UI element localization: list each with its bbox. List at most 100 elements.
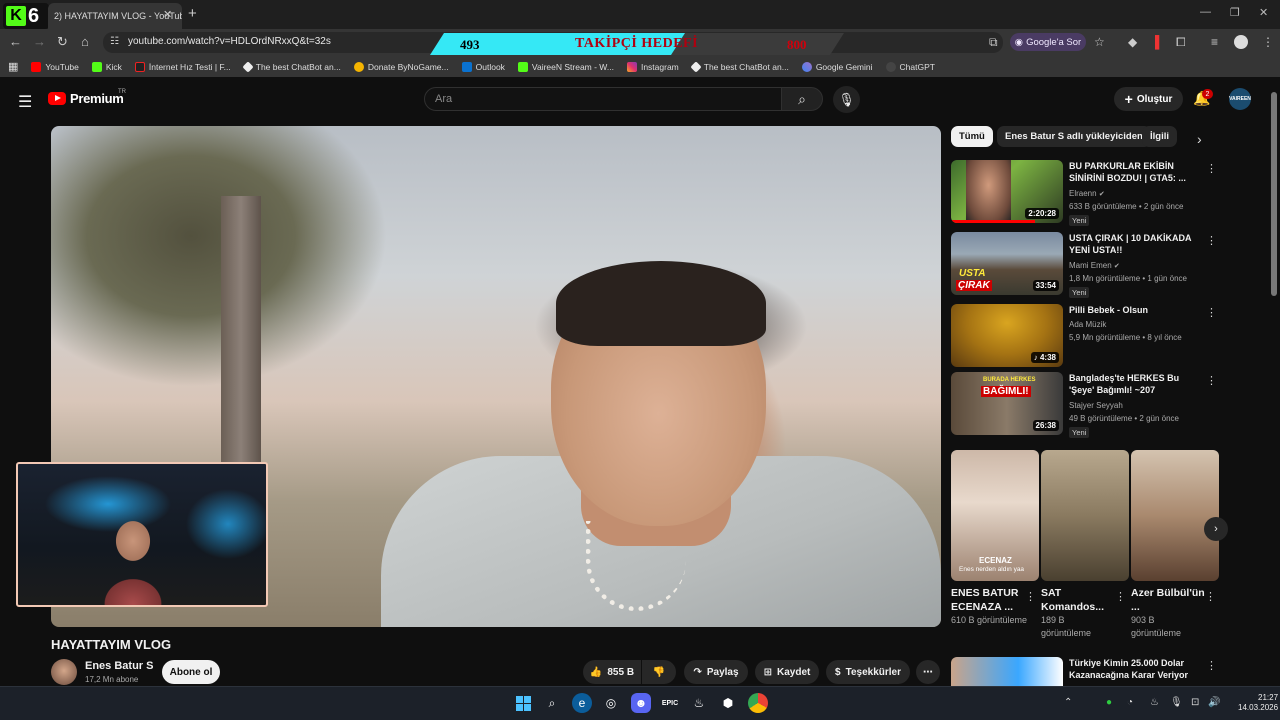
youtube-premium-logo[interactable]: Premium [48, 91, 124, 106]
recommendation-item[interactable]: USTA ÇIRAK 33:54 USTA ÇIRAK | 10 DAKİKAD… [951, 232, 1217, 300]
create-button[interactable]: + Oluştur [1114, 87, 1183, 111]
more-actions-button[interactable]: ⋯ [916, 660, 940, 684]
page-scrollbar[interactable] [1271, 92, 1277, 296]
chrome-icon[interactable] [748, 693, 768, 713]
bookmark-kick[interactable]: Kick [91, 61, 122, 72]
more-vert-icon[interactable]: ⋮ [1115, 590, 1126, 603]
bookmark-chatbot-1[interactable]: The best ChatBot an... [242, 60, 341, 73]
tray-audio-icon[interactable]: ◔ [1127, 697, 1133, 708]
recommendation-item[interactable]: BURADA HERKES BAĞIMLI! 26:38 Bangladeş't… [951, 372, 1217, 440]
network-app-icon[interactable]: ◎ [601, 693, 621, 713]
tray-mic-icon[interactable]: 🎙 [1170, 697, 1183, 708]
clock[interactable]: 21:27 14.03.2026 [1238, 693, 1278, 713]
bookmark-instagram[interactable]: Instagram [626, 61, 679, 72]
tray-network-icon[interactable]: ⊡ [1191, 697, 1199, 708]
rec-title[interactable]: Bangladeş'te HERKES Bu 'Şeye' Bağımlı! ~… [1069, 372, 1199, 396]
back-icon[interactable]: ← [9, 34, 22, 49]
rec-title[interactable]: Türkiye Kimin 25.000 Dolar Kazanacağına … [1069, 657, 1199, 681]
video-thumbnail[interactable] [951, 657, 1063, 686]
rec-title[interactable]: Pilli Bebek - Olsun [1069, 304, 1199, 316]
bookmark-chatgpt[interactable]: ChatGPT [885, 61, 935, 72]
more-vert-icon[interactable]: ⋮ [1025, 590, 1036, 603]
home-icon[interactable]: ⌂ [81, 34, 89, 49]
bookmark-chatbot-2[interactable]: The best ChatBot an... [690, 60, 789, 73]
short-info[interactable]: SAT Komandos... 189 B görüntüleme [1041, 586, 1115, 640]
site-info-icon[interactable]: ☷ [110, 36, 119, 47]
tray-chevron-icon[interactable]: ⌃ [1064, 697, 1072, 708]
more-vert-icon[interactable]: ⋮ [1206, 374, 1217, 387]
short-info[interactable]: Azer Bülbül'ün ... 903 B görüntüleme [1131, 586, 1205, 640]
chip-from-uploader[interactable]: Enes Batur S adlı yükleyiciden [997, 126, 1151, 147]
save-button[interactable]: ⊞ Kaydet [755, 660, 819, 684]
chevron-right-icon[interactable]: › [1197, 131, 1202, 147]
tab-close-icon[interactable]: ✕ [163, 8, 172, 21]
recommendation-item[interactable]: 2:20:28 BU PARKURLAR EKİBİN SİNİRİNİ BOZ… [951, 160, 1217, 228]
epic-games-icon[interactable]: EPIC [660, 693, 680, 713]
extensions-puzzle-icon[interactable]: ⧠ [1176, 35, 1186, 50]
subscribe-button[interactable]: Abone ol [162, 660, 220, 684]
tray-steam-icon[interactable]: ♨ [1150, 697, 1159, 708]
url-text[interactable]: youtube.com/watch?v=HDLOrdNRxxQ&t=32s [128, 36, 331, 47]
extension-red-icon[interactable]: ▌ [1155, 35, 1164, 49]
bookmark-star-icon[interactable]: ☆ [1094, 35, 1105, 49]
rec-title[interactable]: USTA ÇIRAK | 10 DAKİKADA YENİ USTA!! [1069, 232, 1199, 256]
tray-green-dot-icon[interactable]: ● [1106, 697, 1112, 708]
rec-title[interactable]: BU PARKURLAR EKİBİN SİNİRİNİ BOZDU! | GT… [1069, 160, 1199, 184]
minimize-icon[interactable]: — [1200, 6, 1211, 18]
more-vert-icon[interactable]: ⋮ [1206, 659, 1213, 672]
extension-diamond-icon[interactable]: ◆ [1128, 35, 1137, 49]
rec-channel[interactable]: Elraenn ✔ [1069, 189, 1105, 198]
channel-avatar[interactable] [51, 659, 77, 685]
video-thumbnail[interactable]: 2:20:28 [951, 160, 1063, 223]
thanks-button[interactable]: $ Teşekkürler [826, 660, 910, 684]
recommendation-item[interactable]: Türkiye Kimin 25.000 Dolar Kazanacağına … [951, 657, 1213, 686]
reload-icon[interactable]: ↻ [57, 34, 68, 50]
short-title[interactable]: ENES BATUR ECENAZA ... [951, 586, 1031, 614]
chip-related[interactable]: İlgili [1142, 126, 1177, 147]
browser-tab-active[interactable]: 2) HAYATTAYIM VLOG - YouTube [48, 3, 182, 29]
cast-icon[interactable]: ⧉ [989, 35, 998, 50]
more-vert-icon[interactable]: ⋮ [1206, 234, 1217, 247]
channel-name[interactable]: Enes Batur S [85, 660, 153, 672]
video-thumbnail[interactable]: USTA ÇIRAK 33:54 [951, 232, 1063, 295]
shorts-next-button[interactable]: › [1204, 517, 1228, 541]
rec-channel[interactable]: Ada Müzik [1069, 320, 1106, 329]
rec-channel[interactable]: Mami Emen ✔ [1069, 261, 1120, 270]
edge-browser-icon[interactable]: e [572, 693, 592, 713]
rec-channel[interactable]: Stajyer Seyyah [1069, 401, 1123, 410]
new-tab-icon[interactable]: + [188, 5, 197, 22]
bookmark-youtube[interactable]: YouTube [31, 61, 79, 72]
like-button[interactable]: 👍 855 B [583, 660, 641, 684]
maximize-icon[interactable]: ❐ [1230, 6, 1240, 19]
search-button[interactable]: ⌕ [781, 87, 823, 111]
more-vert-icon[interactable]: ⋮ [1206, 306, 1217, 319]
reading-list-icon[interactable]: ≡ [1211, 35, 1218, 49]
bookmark-bynogame[interactable]: Donate ByNoGame... [353, 61, 449, 72]
bookmark-speedtest[interactable]: İnternet Hız Testi | F... [134, 61, 231, 72]
search-input[interactable]: Ara [424, 87, 782, 111]
google-ask-button[interactable]: ◉ Google'a Sor [1010, 33, 1086, 51]
account-avatar[interactable]: VAIREEN [1229, 88, 1251, 110]
bookmark-gemini[interactable]: Google Gemini [801, 61, 873, 72]
profile-icon[interactable] [1234, 35, 1248, 49]
short-info[interactable]: ENES BATUR ECENAZA ... 610 B görüntüleme [951, 586, 1031, 627]
menu-dots-icon[interactable]: ⋮ [1262, 35, 1274, 49]
short-thumbnail[interactable]: ECENAZ Enes nerden aldın yaa [951, 450, 1039, 581]
short-thumbnail[interactable] [1131, 450, 1219, 581]
video-thumbnail[interactable]: BURADA HERKES BAĞIMLI! 26:38 [951, 372, 1063, 435]
short-thumbnail[interactable] [1041, 450, 1129, 581]
chip-all[interactable]: Tümü [951, 126, 993, 147]
apps-grid-icon[interactable]: ▦ [8, 60, 18, 73]
tray-volume-icon[interactable]: 🔊 [1208, 697, 1220, 708]
voice-search-button[interactable]: 🎙 [833, 86, 860, 113]
recommendation-item[interactable]: ♪ 4:38 Pilli Bebek - Olsun Ada Müzik 5,9… [951, 304, 1217, 372]
search-taskbar-icon[interactable]: ⌕ [542, 693, 562, 713]
share-button[interactable]: ↷ Paylaş [684, 660, 748, 684]
short-title[interactable]: SAT Komandos... [1041, 586, 1115, 614]
video-thumbnail[interactable]: ♪ 4:38 [951, 304, 1063, 367]
short-title[interactable]: Azer Bülbül'ün ... [1131, 586, 1205, 614]
forward-icon[interactable]: → [33, 34, 46, 49]
app-icon[interactable]: ⬢ [718, 693, 738, 713]
discord-icon[interactable]: ☻ [631, 693, 651, 713]
dislike-button[interactable]: 👎 [642, 660, 676, 684]
